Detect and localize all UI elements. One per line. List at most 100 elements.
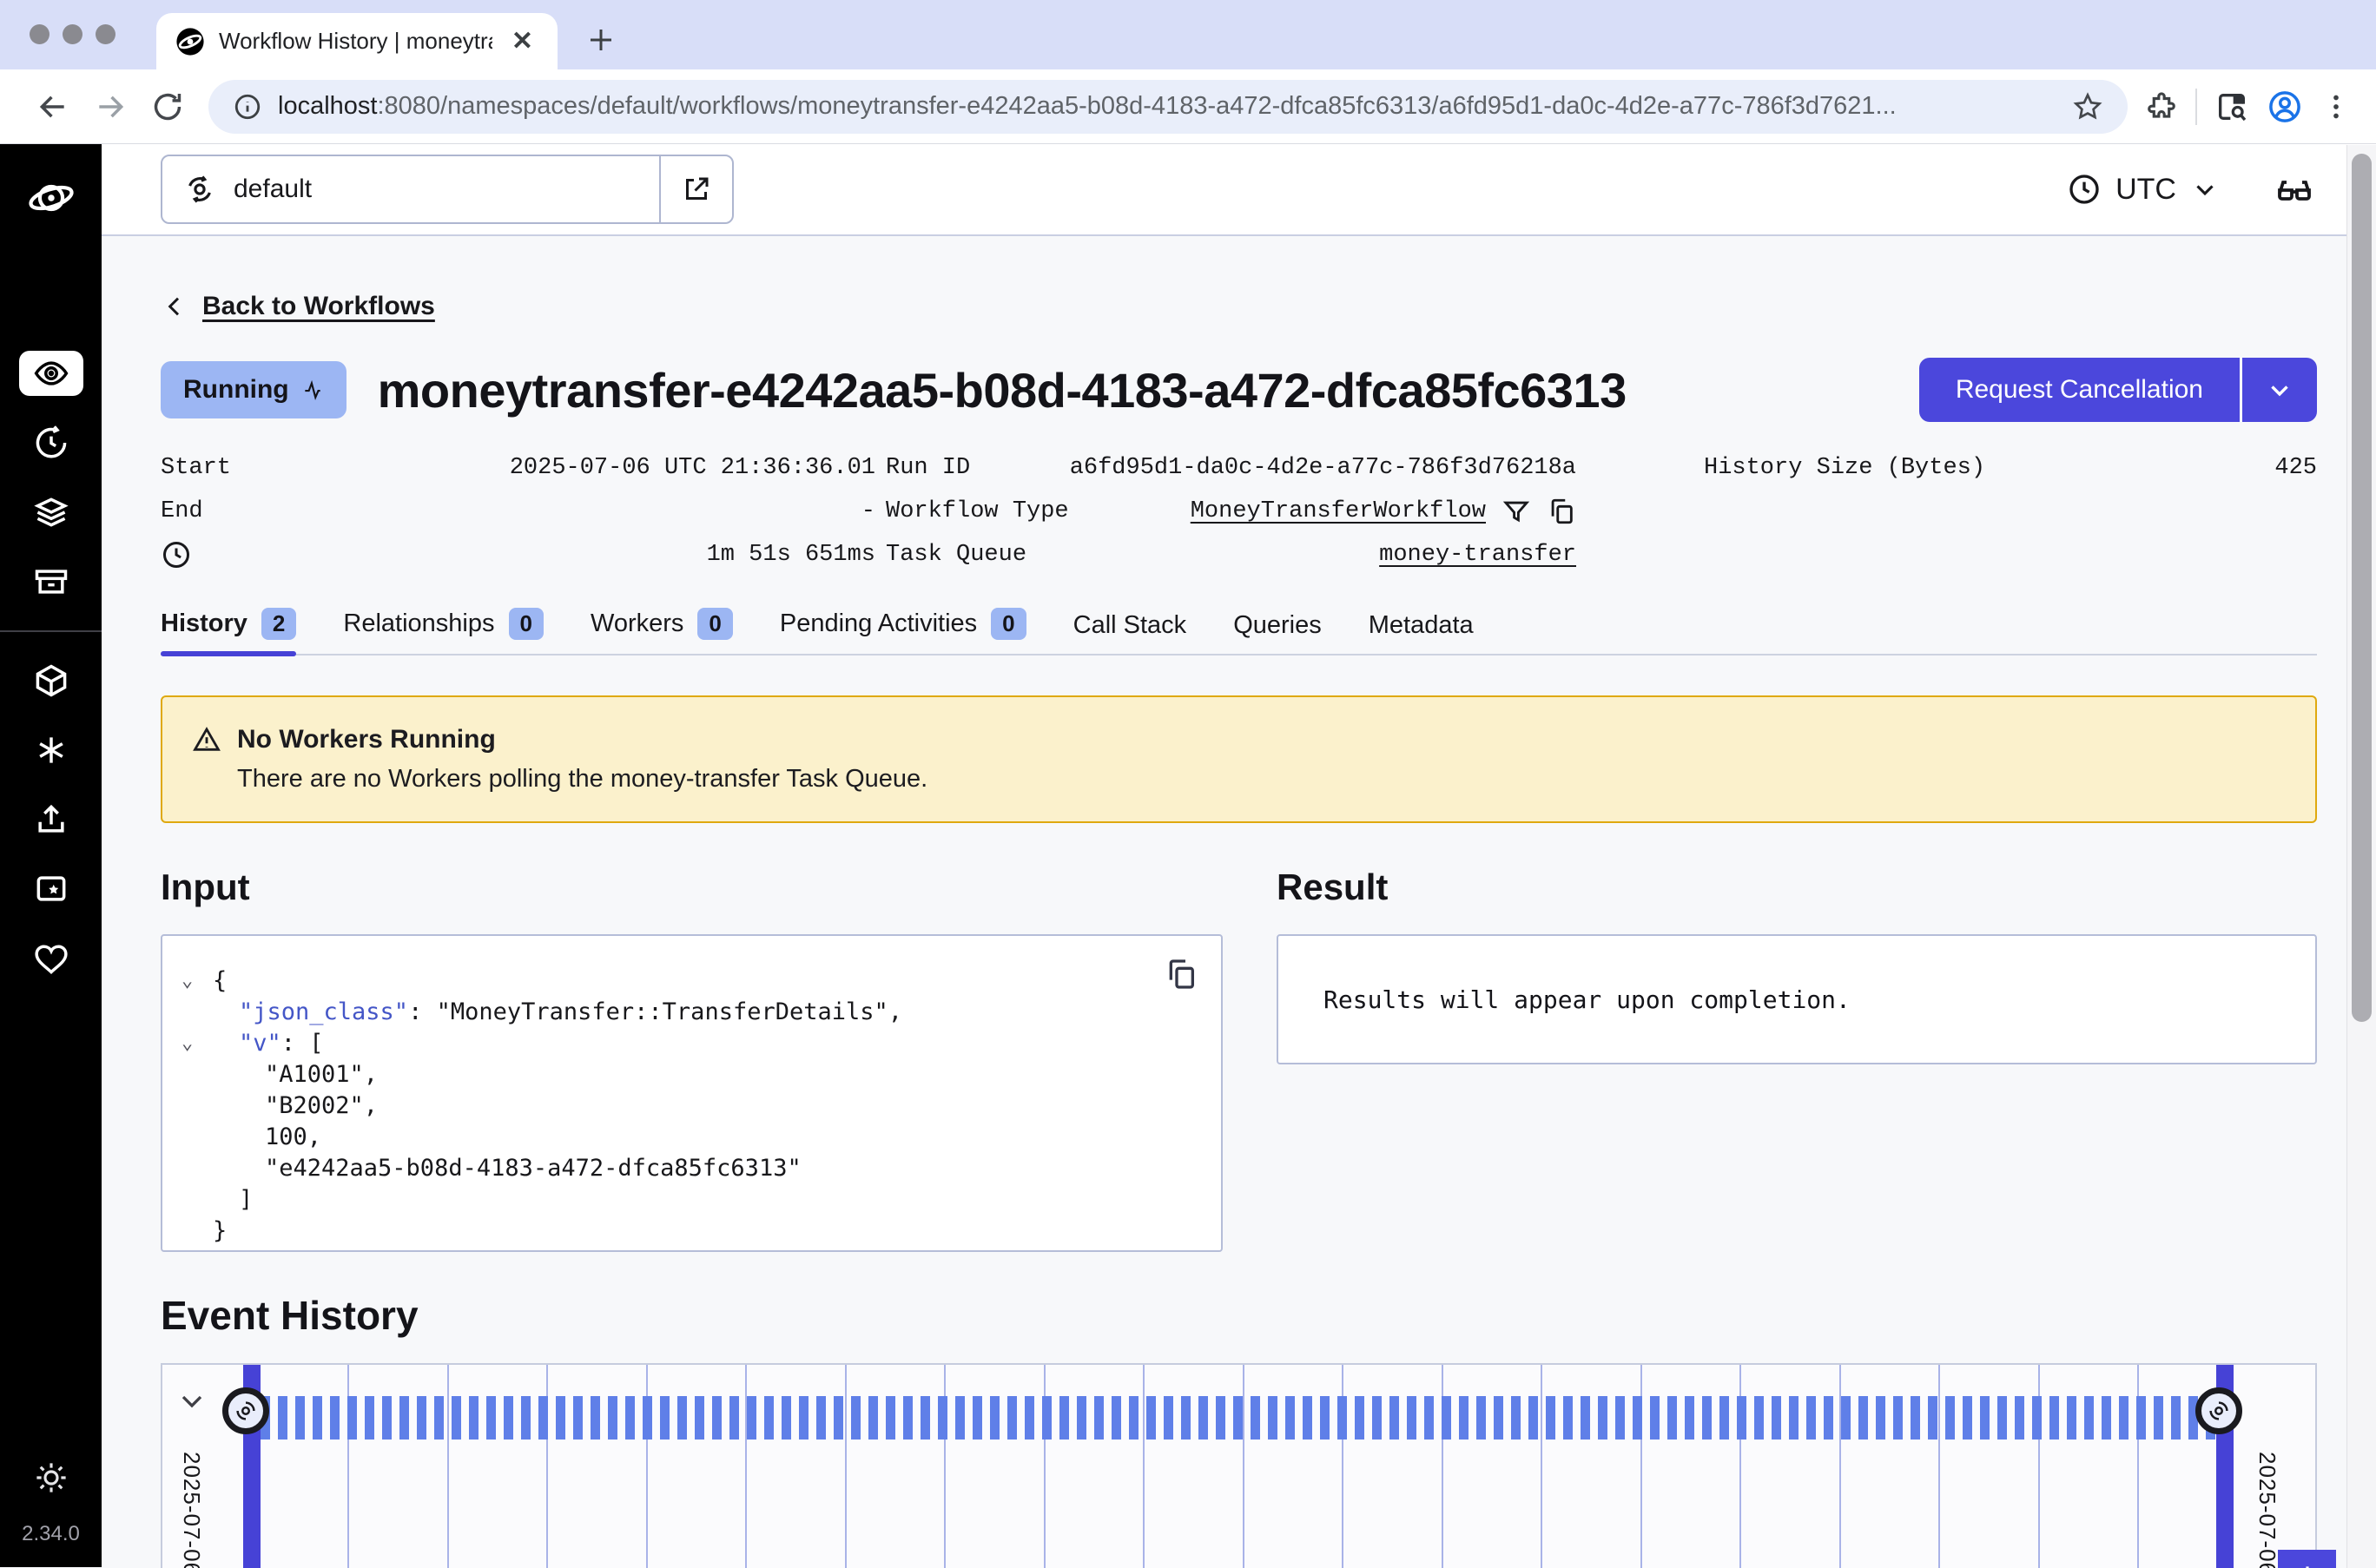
eye-icon [32, 354, 70, 392]
tab-queries[interactable]: Queries [1233, 611, 1322, 654]
timeline-start-marker[interactable] [222, 1387, 269, 1434]
window-controls[interactable] [30, 24, 116, 44]
url-text: localhost:8080/namespaces/default/workfl… [278, 92, 2056, 121]
detail-value: 1m 51s 651ms [707, 542, 875, 568]
timeline-collapse-chevron-icon[interactable] [175, 1384, 209, 1419]
address-bar[interactable]: localhost:8080/namespaces/default/workfl… [208, 80, 2128, 134]
result-placeholder: Results will appear upon completion. [1323, 985, 1851, 1014]
upload-icon [32, 800, 70, 839]
timeline-end-marker[interactable] [2195, 1387, 2242, 1434]
no-workers-warning: No Workers Running There are no Workers … [161, 695, 2317, 823]
copy-icon[interactable] [1547, 497, 1576, 526]
sidebar-item-import[interactable] [19, 797, 83, 842]
detail-label [161, 539, 192, 570]
detail-row: End- [161, 490, 875, 533]
tab-search-icon[interactable] [2214, 89, 2249, 124]
workflow-spiral-icon [233, 1398, 259, 1424]
json-text: : "MoneyTransfer::TransferDetails", [408, 998, 902, 1025]
browser-tab[interactable]: Workflow History | moneytran ✕ [156, 13, 558, 69]
detail-value-link[interactable]: MoneyTransferWorkflow [1191, 498, 1486, 524]
workflow-spiral-icon [2206, 1398, 2232, 1424]
event-history-timeline: 2025-07-06 UTC 2 2025-07-06 UTC 2 5s11s1… [161, 1363, 2317, 1568]
result-heading: Result [1277, 866, 2317, 908]
detail-label: Run ID [886, 455, 970, 481]
page-scrollbar[interactable] [2346, 145, 2376, 1568]
retry-clock-icon [32, 424, 70, 462]
tab-relationships[interactable]: Relationships0 [343, 608, 544, 654]
chevron-left-icon [161, 293, 188, 320]
tab-close-icon[interactable]: ✕ [506, 26, 538, 56]
forward-icon[interactable] [82, 78, 139, 135]
back-icon[interactable] [24, 78, 82, 135]
profile-icon[interactable] [2267, 89, 2303, 125]
window-close-button[interactable] [30, 24, 50, 44]
bookmark-star-icon[interactable] [2072, 91, 2103, 122]
sidebar-item-batch-operations[interactable] [19, 559, 83, 604]
reload-icon[interactable] [139, 78, 196, 135]
clock-icon [161, 539, 192, 570]
request-cancellation-button[interactable]: Request Cancellation [1919, 358, 2242, 422]
extensions-icon[interactable] [2145, 90, 2178, 123]
back-to-workflows-link[interactable]: Back to Workflows [202, 292, 435, 321]
timezone-selector[interactable]: UTC [2067, 172, 2220, 207]
namespace-external-link[interactable] [659, 156, 732, 222]
json-text: "A1001", [265, 1061, 378, 1088]
details-col-2: Run IDa6fd95d1-da0c-4d2e-a77c-786f3d7621… [886, 446, 1576, 576]
cancellation-menu-button[interactable] [2242, 358, 2317, 422]
new-tab-button[interactable] [575, 14, 627, 66]
theme-toggle-sun-icon[interactable] [33, 1459, 69, 1496]
sidebar-item-nexus[interactable] [19, 728, 83, 773]
json-text: { [213, 967, 227, 994]
sidebar-item-feedback[interactable] [19, 936, 83, 981]
scrollbar-thumb[interactable] [2352, 154, 2372, 1022]
detail-row: Run IDa6fd95d1-da0c-4d2e-a77c-786f3d7621… [886, 446, 1576, 490]
asterisk-icon [32, 731, 70, 769]
timezone-label: UTC [2115, 173, 2176, 207]
tab-history[interactable]: History2 [161, 608, 296, 654]
sidebar-item-deployments[interactable] [19, 490, 83, 535]
sidebar-item-docs[interactable] [19, 866, 83, 912]
code-line: ⌄"v": [ [182, 1028, 1195, 1059]
timeline-event-stripes[interactable] [261, 1396, 2216, 1440]
tab-workers[interactable]: Workers0 [591, 608, 733, 654]
json-key: "json_class" [239, 998, 408, 1025]
code-line: "B2002", [182, 1090, 1195, 1122]
labs-glasses-icon[interactable] [2274, 168, 2315, 210]
breadcrumb: Back to Workflows [161, 292, 2317, 321]
arrow-down-icon [2291, 1561, 2324, 1568]
favicon-temporal-icon [175, 27, 205, 56]
detail-label: End [161, 498, 203, 524]
detail-label: History Size (Bytes) [1704, 455, 1985, 481]
window-zoom-button[interactable] [96, 24, 116, 44]
detail-value-link[interactable]: money-transfer [1379, 542, 1576, 568]
collapse-chevron-icon[interactable]: ⌄ [182, 1028, 213, 1059]
code-gutter [182, 1153, 213, 1184]
tab-metadata[interactable]: Metadata [1369, 611, 1474, 654]
namespace-selector[interactable]: default [161, 155, 734, 224]
copy-icon[interactable] [1164, 957, 1198, 992]
sidebar-item-workflows[interactable] [19, 351, 83, 396]
site-info-icon[interactable] [233, 92, 262, 122]
details-col-3: History Size (Bytes)425 [1704, 446, 2317, 576]
archive-icon [32, 563, 70, 601]
code-gutter [182, 1184, 213, 1216]
tab-call-stack[interactable]: Call Stack [1073, 611, 1187, 654]
temporal-logo-icon[interactable] [27, 174, 76, 222]
sidebar-item-namespaces[interactable] [19, 658, 83, 703]
detail-label: Task Queue [886, 542, 1026, 568]
tab-pending-activities[interactable]: Pending Activities0 [780, 608, 1026, 654]
json-text: } [213, 1217, 227, 1244]
window-minimize-button[interactable] [63, 24, 82, 44]
namespace-bar: default UTC [102, 144, 2376, 236]
namespace-icon [183, 173, 216, 206]
browser-toolbar: localhost:8080/namespaces/default/workfl… [0, 69, 2376, 144]
status-badge: Running [161, 361, 346, 418]
sidebar-item-schedules[interactable] [19, 420, 83, 465]
detail-row: Workflow TypeMoneyTransferWorkflow [886, 490, 1576, 533]
menu-kebab-icon[interactable] [2320, 91, 2352, 122]
tab-label: Queries [1233, 611, 1322, 640]
json-lines: ⌄{"json_class": "MoneyTransfer::Transfer… [182, 965, 1195, 1247]
filter-icon[interactable] [1502, 497, 1531, 526]
scroll-to-bottom-button[interactable] [2278, 1550, 2336, 1568]
collapse-chevron-icon[interactable]: ⌄ [182, 965, 213, 997]
